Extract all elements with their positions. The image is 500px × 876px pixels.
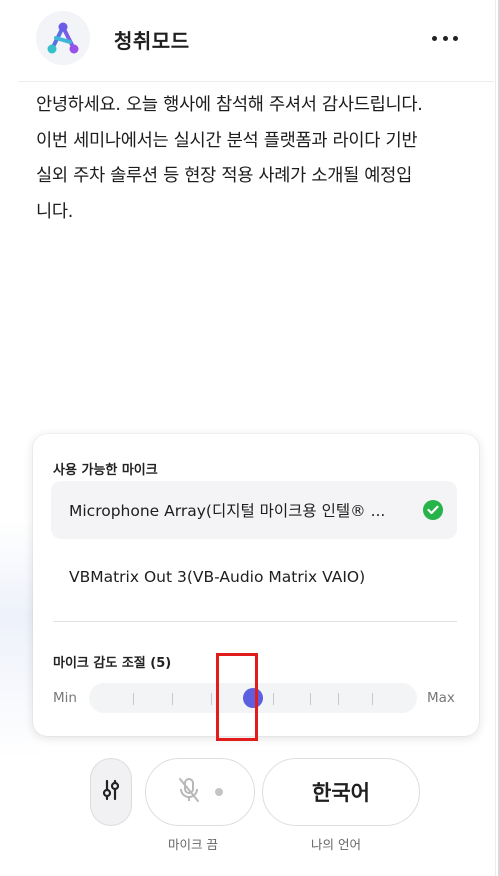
panel-divider: [53, 621, 457, 622]
highlight-annotation-box: [216, 653, 258, 741]
transcript-line: 니다.: [36, 201, 74, 222]
slider-tick: [273, 693, 274, 705]
more-horizontal-icon-dot: [442, 35, 448, 41]
mic-off-icon: [177, 777, 201, 807]
transcript-line: 실외 주차 솔루션 등 현장 적용 사례가 소개될 예정입: [36, 166, 412, 186]
sliders-icon: [100, 779, 122, 805]
slider-max-label: Max: [427, 690, 455, 706]
slider-min-label: Min: [53, 690, 77, 706]
app-title: 청취모드: [114, 29, 190, 53]
slider-tick: [133, 693, 134, 705]
more-options-button[interactable]: [432, 30, 458, 46]
check-circle-icon: [423, 500, 443, 520]
mic-level-dot: [215, 788, 223, 796]
mic-status-caption: 마이크 끔: [168, 837, 218, 852]
slider-tick: [211, 693, 212, 705]
listening-mode-window: 청취모드 안녕하세요. 오늘 행사에 참석해 주셔서 감사드립니다. 이번 세미…: [0, 0, 500, 876]
sensitivity-label: 마이크 감도 조절 (5): [53, 656, 172, 671]
transcript-line: 이번 세미나에서는 실시간 분석 플랫폼과 라이다 기반: [36, 130, 418, 151]
triangle-nodes-logo-icon: [36, 11, 90, 65]
mic-option-vbmatrix[interactable]: VBMatrix Out 3(VB-Audio Matrix VAIO): [51, 548, 457, 606]
mic-option-label: VBMatrix Out 3(VB-Audio Matrix VAIO): [69, 568, 366, 586]
available-mics-heading: 사용 가능한 마이크: [53, 463, 158, 478]
transcript-text: 안녕하세요. 오늘 행사에 참석해 주셔서 감사드립니다. 이번 세미나에서는 …: [36, 88, 476, 230]
transcript-line: 안녕하세요. 오늘 행사에 참석해 주셔서 감사드립니다.: [36, 95, 423, 115]
slider-tick: [310, 693, 311, 705]
more-horizontal-icon: [432, 35, 437, 41]
my-language-caption: 나의 언어: [311, 837, 361, 852]
app-header: 청취모드: [18, 0, 494, 82]
window-border-inner: [495, 0, 496, 876]
slider-tick: [172, 693, 173, 705]
my-language-button[interactable]: 한국어: [262, 758, 420, 826]
mic-option-microphone-array[interactable]: Microphone Array(디지털 마이크용 인텔® ...: [51, 481, 457, 539]
mic-settings-button[interactable]: [90, 758, 132, 826]
slider-tick: [338, 693, 339, 705]
more-horizontal-icon-dot: [453, 35, 458, 41]
slider-tick: [372, 693, 373, 705]
mic-toggle-button[interactable]: [145, 758, 255, 826]
mic-option-label: Microphone Array(디지털 마이크용 인텔® ...: [69, 502, 386, 520]
